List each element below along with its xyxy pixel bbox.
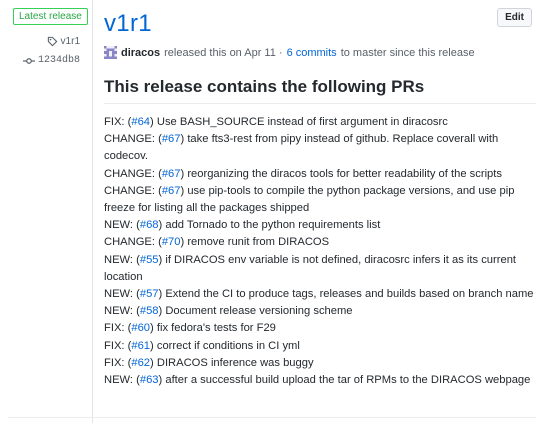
- release-sidebar: Latest release v1r1 1234db8: [0, 0, 92, 423]
- released-text: released this on Apr 11 ·: [164, 46, 283, 59]
- commit-icon: [22, 57, 35, 64]
- release-note-item: FIX: (#61) correct if conditions in CI y…: [104, 338, 536, 355]
- release-note-item: NEW: (#55) if DIRACOS env variable is no…: [104, 252, 536, 286]
- pr-link[interactable]: #70: [162, 236, 181, 248]
- commits-link[interactable]: 6 commits: [287, 47, 337, 59]
- pr-link[interactable]: #67: [162, 185, 181, 197]
- note-prefix: FIX: (: [104, 339, 132, 352]
- release-note-item: NEW: (#68) add Tornado to the python req…: [104, 217, 536, 234]
- pr-link[interactable]: #63: [140, 374, 159, 386]
- pr-link[interactable]: #60: [131, 322, 150, 334]
- note-text: ) if DIRACOS env variable is not defined…: [104, 253, 517, 283]
- pr-link[interactable]: #61: [131, 340, 150, 352]
- pr-link[interactable]: #67: [162, 133, 181, 145]
- release-note-item: NEW: (#57) Extend the CI to produce tags…: [104, 286, 536, 303]
- note-prefix: CHANGE: (: [104, 184, 162, 197]
- release-note-item: FIX: (#62) DIRACOS inference was buggy: [104, 355, 536, 372]
- note-prefix: FIX: (: [104, 322, 132, 335]
- note-prefix: NEW: (: [104, 253, 140, 266]
- note-text: ) fix fedora's tests for F29: [150, 322, 276, 335]
- release-note-item: NEW: (#58) Document release versioning s…: [104, 303, 536, 320]
- timeline-divider: [92, 0, 93, 423]
- note-prefix: NEW: (: [104, 288, 140, 301]
- note-text: ) remove runit from DIRACOS: [180, 236, 330, 249]
- edit-button[interactable]: Edit: [497, 8, 532, 27]
- pr-link[interactable]: #68: [140, 219, 159, 231]
- note-text: ) after a successful build upload the ta…: [158, 374, 531, 387]
- bottom-divider: [8, 417, 536, 418]
- note-text: ) Use BASH_SOURCE instead of first argum…: [150, 116, 448, 128]
- note-text: ) Document release versioning scheme: [158, 305, 353, 318]
- note-prefix: FIX: (: [104, 116, 132, 128]
- pr-link[interactable]: #58: [140, 305, 159, 317]
- release-note-item: CHANGE: (#67) take fts3-rest from pipy i…: [104, 131, 536, 165]
- note-prefix: CHANGE: (: [104, 167, 162, 180]
- note-prefix: NEW: (: [104, 374, 140, 387]
- pr-link[interactable]: #57: [140, 288, 159, 300]
- commit-link[interactable]: 1234db8: [22, 55, 80, 66]
- release-note-item: NEW: (#63) after a successful build uplo…: [104, 372, 536, 389]
- avatar[interactable]: [104, 46, 117, 59]
- note-text: ) reorganizing the diracos tools for bet…: [180, 167, 502, 180]
- release-notes-list: FIX: (#64) Use BASH_SOURCE instead of fi…: [104, 114, 536, 389]
- note-text: ) add Tornado to the python requirements…: [158, 219, 381, 232]
- note-text: ) DIRACOS inference was buggy: [150, 356, 314, 369]
- commits-suffix: to master since this release: [340, 46, 475, 59]
- pr-link[interactable]: #67: [162, 168, 181, 180]
- note-prefix: FIX: (: [104, 356, 132, 369]
- note-prefix: NEW: (: [104, 305, 140, 318]
- release-main: v1r1 Edit diracos released this on Apr 1…: [104, 0, 536, 423]
- note-text: ) correct if conditions in CI yml: [150, 339, 300, 352]
- note-prefix: NEW: (: [104, 219, 140, 232]
- pr-link[interactable]: #55: [140, 254, 159, 266]
- author-link[interactable]: diracos: [121, 47, 160, 59]
- release-note-item: FIX: (#64) Use BASH_SOURCE instead of fi…: [104, 114, 536, 131]
- pr-link[interactable]: #62: [131, 357, 150, 369]
- tag-link[interactable]: v1r1: [47, 36, 80, 47]
- release-meta: diracos released this on Apr 11 · 6 comm…: [104, 46, 475, 59]
- release-notes-heading: This release contains the following PRs: [104, 77, 536, 104]
- pr-link[interactable]: #64: [131, 116, 150, 128]
- release-title[interactable]: v1r1: [104, 10, 152, 38]
- latest-release-badge: Latest release: [13, 8, 88, 25]
- release-note-item: FIX: (#60) fix fedora's tests for F29: [104, 320, 536, 337]
- release-note-item: CHANGE: (#67) use pip-tools to compile t…: [104, 183, 536, 217]
- tag-name: v1r1: [60, 36, 80, 47]
- release-note-item: CHANGE: (#67) reorganizing the diracos t…: [104, 166, 536, 183]
- note-text: ) Extend the CI to produce tags, release…: [158, 288, 534, 301]
- tag-icon: [47, 36, 57, 47]
- note-prefix: CHANGE: (: [104, 133, 162, 146]
- note-prefix: CHANGE: (: [104, 236, 162, 249]
- commit-sha: 1234db8: [37, 55, 80, 66]
- release-note-item: CHANGE: (#70) remove runit from DIRACOS: [104, 234, 536, 251]
